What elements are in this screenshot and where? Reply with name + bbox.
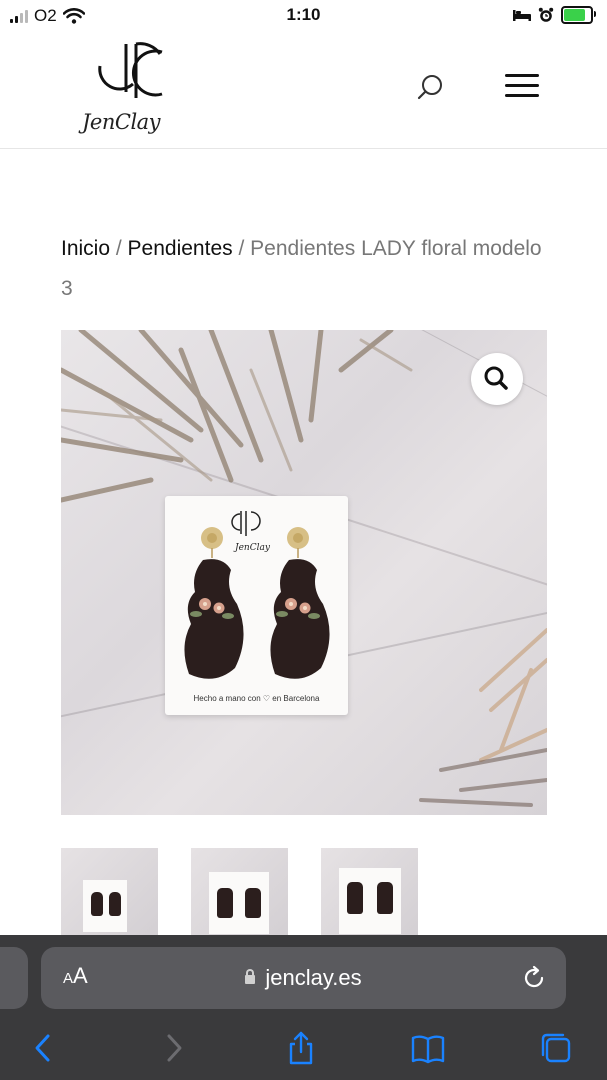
- card-caption: Hecho a mano con ♡ en Barcelona: [193, 694, 320, 703]
- search-icon[interactable]: [412, 70, 448, 106]
- status-bar: O2 1:10: [0, 0, 607, 30]
- status-right: [513, 6, 596, 24]
- product-main-image[interactable]: JenClay Hecho a mano con ♡ en Barcelona: [61, 330, 547, 815]
- product-thumbnail-3[interactable]: [321, 848, 418, 936]
- bookmarks-icon[interactable]: [410, 1030, 446, 1066]
- breadcrumb-category-link[interactable]: Pendientes: [128, 237, 233, 260]
- earrings-illustration: JenClay: [184, 511, 330, 679]
- breadcrumb-separator: /: [110, 237, 128, 260]
- magnifier-icon: [484, 366, 508, 390]
- product-thumbnail-2[interactable]: [191, 848, 288, 936]
- share-icon[interactable]: [283, 1030, 319, 1066]
- hamburger-menu-icon[interactable]: [505, 74, 539, 100]
- earring-display-card: JenClay Hecho a mano con ♡ en Barcelona: [165, 496, 348, 715]
- forward-icon[interactable]: [156, 1030, 192, 1066]
- breadcrumb-home-link[interactable]: Inicio: [61, 237, 110, 260]
- address-bar[interactable]: AA jenclay.es: [41, 947, 566, 1009]
- lock-icon: [245, 969, 256, 984]
- previous-tab-peek[interactable]: [0, 947, 28, 1009]
- safari-toolbar: [0, 1030, 607, 1070]
- site-header: JenClay: [0, 30, 607, 149]
- product-thumbnails: [61, 848, 418, 936]
- battery-icon: [561, 6, 596, 24]
- tabs-icon[interactable]: [538, 1030, 574, 1066]
- url-field[interactable]: jenclay.es: [41, 965, 566, 991]
- logo-text: JenClay: [82, 110, 161, 134]
- breadcrumb: Inicio / Pendientes / Pendientes LADY fl…: [61, 229, 547, 309]
- zoom-button[interactable]: [471, 353, 523, 405]
- back-icon[interactable]: [26, 1030, 62, 1066]
- url-text: jenclay.es: [265, 965, 362, 990]
- alarm-icon: [538, 7, 554, 22]
- safari-bottom-bar: AA jenclay.es: [0, 935, 607, 1080]
- product-thumbnail-1[interactable]: [61, 848, 158, 936]
- breadcrumb-separator: /: [232, 237, 251, 260]
- bed-icon: [513, 10, 531, 21]
- svg-text:JenClay: JenClay: [233, 543, 271, 553]
- reload-icon[interactable]: [521, 965, 547, 991]
